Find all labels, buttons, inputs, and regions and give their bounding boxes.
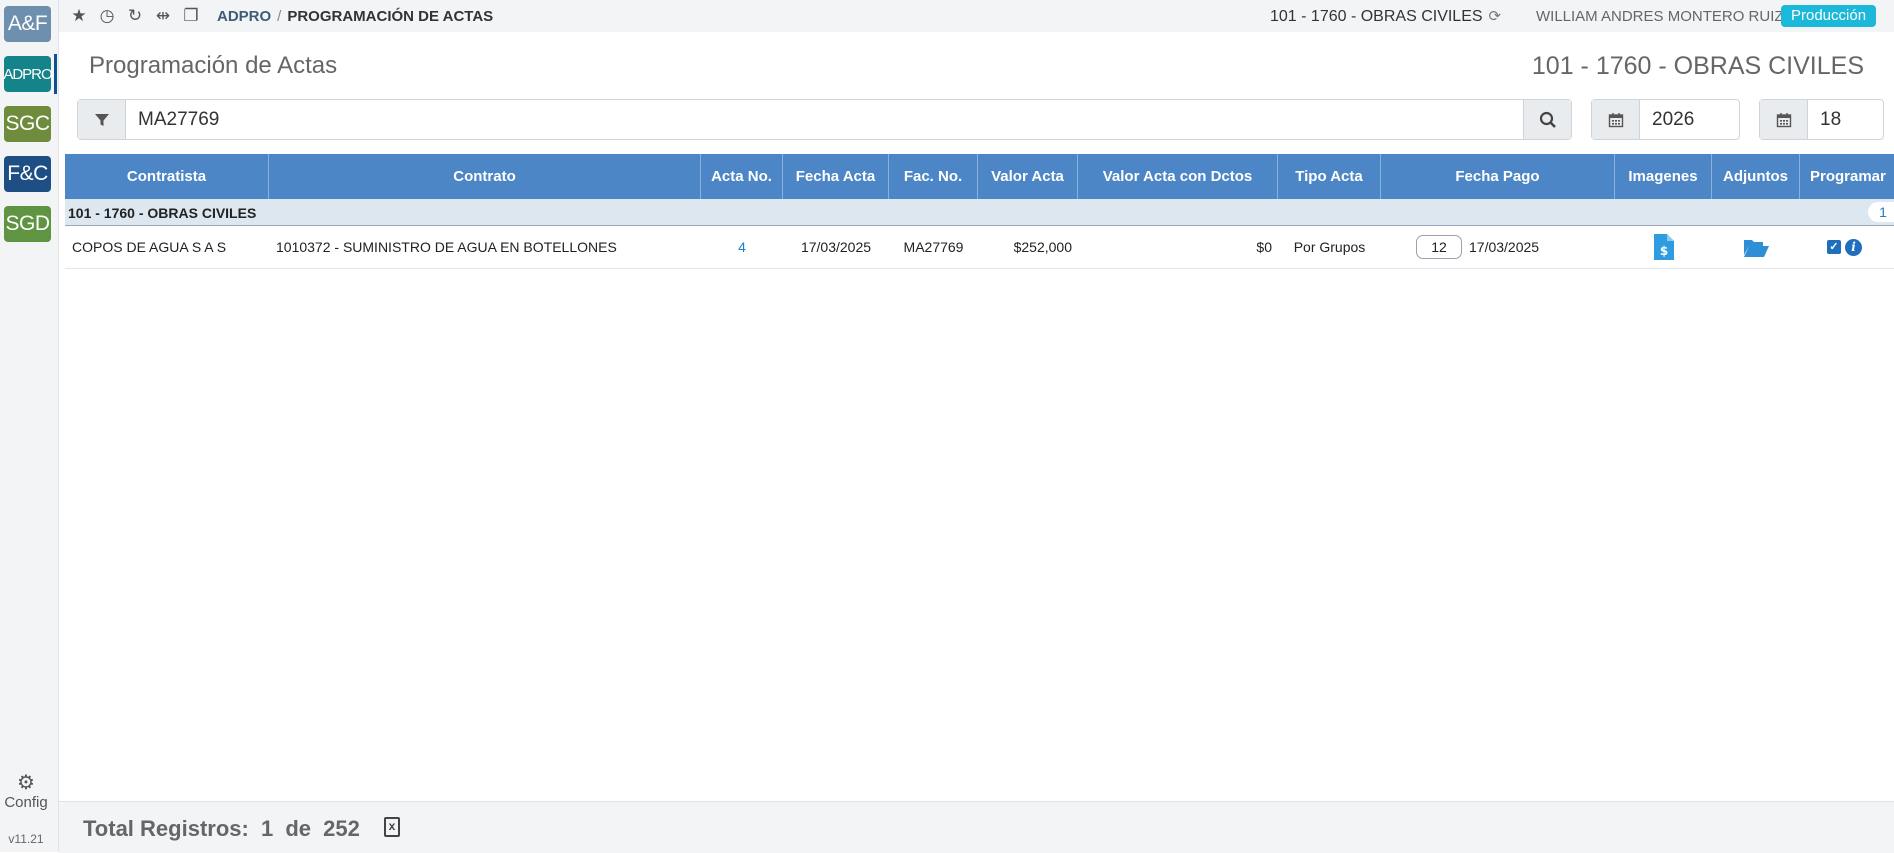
app-tile-adpro[interactable]: ADPRO [3,56,53,92]
split-view-icon[interactable]: ⇹ [149,6,177,26]
footer: Total Registros: 1 de 252 x [59,801,1894,853]
main-content: Programación de Actas 101 - 1760 - OBRAS… [62,32,1894,852]
search-group [77,99,1572,140]
config-label: Config [4,794,48,811]
cell-contrato: 1010372 - SUMINISTRO DE AGUA EN BOTELLON… [276,239,617,255]
cell-fac-no: MA27769 [903,239,964,255]
group-count-badge: 1 [1868,202,1894,222]
cell-imagenes: $ [1615,226,1712,268]
col-tipo-acta[interactable]: Tipo Acta [1278,154,1381,199]
breadcrumb-root[interactable]: ADPRO [217,8,271,25]
col-contratista[interactable]: Contratista [65,154,269,199]
windows-icon[interactable]: ❐ [177,6,205,26]
cell-tipo-acta: Por Grupos [1293,239,1366,255]
period-group [1759,99,1884,140]
top-bar: ★ ◷ ↻ ⇹ ❐ ADPRO / PROGRAMACIÓN DE ACTAS 10… [59,0,1894,32]
config-button[interactable]: ⚙ Config [0,772,52,811]
breadcrumb: ADPRO / PROGRAMACIÓN DE ACTAS [217,8,493,25]
breadcrumb-current: PROGRAMACIÓN DE ACTAS [287,7,494,25]
page-title: Programación de Actas [89,52,338,79]
export-excel-icon[interactable]: x [384,817,400,837]
sync-icon[interactable]: ⟳ [1489,8,1502,25]
pay-days-input[interactable]: 12 [1416,235,1462,259]
col-acta-no[interactable]: Acta No. [701,154,783,199]
group-row[interactable]: 101 - 1760 - OBRAS CIVILES 1 [65,199,1894,226]
cell-valor-acta: $252,000 [1013,239,1072,255]
col-valor-acta[interactable]: Valor Acta [978,154,1078,199]
col-programar[interactable]: Programar [1800,154,1894,199]
app-tile-fc[interactable]: F&C [4,156,51,192]
cell-contratista: COPOS DE AGUA S A S [72,239,227,255]
info-icon[interactable]: i [1845,238,1862,256]
version-label: v11.21 [8,832,44,846]
programar-checkbox[interactable]: ✓ [1827,240,1841,254]
col-contrato[interactable]: Contrato [269,154,701,199]
total-label: Total Registros: [83,816,249,841]
shown-count: 1 [260,816,274,841]
search-icon [1539,111,1556,128]
cell-programar: ✓ i [1827,226,1894,268]
year-group [1591,99,1740,140]
cell-valor-dctos: $0 [1256,239,1272,255]
app-tile-af[interactable]: A&F [4,6,51,42]
cell-fecha-pago: 12 17/03/2025 [1416,226,1615,268]
app-tile-sgc[interactable]: SGC [4,106,51,142]
star-icon[interactable]: ★ [65,6,93,26]
table-row[interactable]: COPOS DE AGUA S A S 1010372 - SUMINISTRO… [65,226,1894,269]
breadcrumb-separator: / [277,7,282,25]
total-count: 252 [323,816,360,841]
col-fecha-pago[interactable]: Fecha Pago [1381,154,1615,199]
company-label: 101 - 1760 - OBRAS CIVILES [1270,7,1483,25]
filter-icon [94,113,109,126]
app-tile-sgd[interactable]: SGD [4,206,51,242]
search-input[interactable] [126,100,1523,139]
cell-fecha-acta: 17/03/2025 [800,239,872,255]
period-calendar-button[interactable] [1760,100,1808,139]
search-button[interactable] [1523,100,1571,139]
calendar-icon [1776,112,1791,127]
cell-acta-no: 4 [701,226,783,268]
col-fecha-acta[interactable]: Fecha Acta [783,154,889,199]
active-app-indicator [54,54,57,94]
table-header: Contratista Contrato Acta No. Fecha Acta… [65,154,1894,199]
page-company: 101 - 1760 - OBRAS CIVILES [1531,52,1864,80]
refresh-icon[interactable]: ↻ [121,6,149,26]
gear-icon: ⚙ [17,772,35,794]
total-records: Total Registros: 1 de 252 [83,816,366,842]
cell-adjuntos [1712,226,1800,268]
col-valor-dctos[interactable]: Valor Acta con Dctos [1078,154,1278,199]
history-icon[interactable]: ◷ [93,6,121,26]
of-label: de [285,816,312,841]
company-selector[interactable]: 101 - 1760 - OBRAS CIVILES ⟳ [1270,7,1501,26]
calendar-icon [1608,112,1623,127]
app-rail: A&F ADPRO SGC F&C SGD ⚙ Config v11.21 [0,0,59,852]
filter-button[interactable] [78,100,126,139]
col-fac-no[interactable]: Fac. No. [889,154,978,199]
fecha-pago-value: 17/03/2025 [1469,239,1540,255]
col-adjuntos[interactable]: Adjuntos [1712,154,1800,199]
year-input[interactable] [1640,100,1739,139]
svg-text:$: $ [1659,244,1667,258]
environment-badge: Producción [1781,5,1877,27]
period-input[interactable] [1808,100,1883,139]
folder-open-icon[interactable] [1743,238,1769,257]
invoice-file-icon[interactable]: $ [1653,234,1674,260]
user-name[interactable]: WILLIAM ANDRES MONTERO RUIZ [1536,8,1784,25]
year-calendar-button[interactable] [1592,100,1640,139]
col-imagenes[interactable]: Imagenes [1615,154,1712,199]
acta-no-link[interactable]: 4 [738,239,746,255]
group-label: 101 - 1760 - OBRAS CIVILES [68,205,257,221]
